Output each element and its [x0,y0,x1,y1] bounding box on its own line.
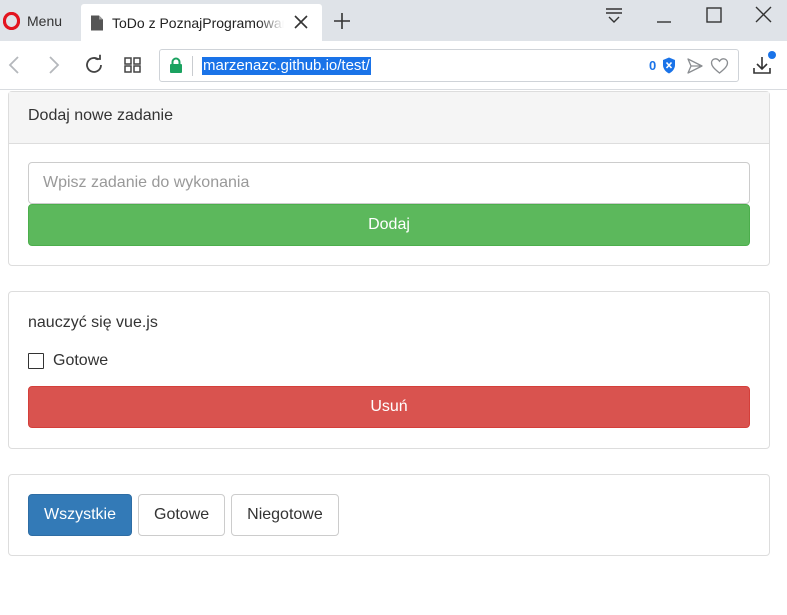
download-badge [768,51,776,59]
task-text: nauczyć się vue.js [28,314,158,331]
url-divider [192,56,193,76]
opera-logo-icon [3,11,20,30]
document-icon [91,15,103,30]
address-toolbar: marzenazc.github.io/test/ 0 [0,41,787,90]
lock-icon[interactable] [169,57,183,74]
heart-icon[interactable] [710,57,729,75]
maximize-icon[interactable] [701,4,727,28]
tab-strip: Menu ToDo z PoznajProgramowanie [0,0,787,41]
active-tab[interactable]: ToDo z PoznajProgramowanie [81,4,322,41]
forward-icon[interactable] [41,53,65,77]
back-icon[interactable] [3,53,27,77]
tab-grid-icon[interactable] [121,53,145,77]
tab-menu-icon[interactable] [601,4,627,28]
download-icon[interactable] [750,51,776,79]
filter-done-button[interactable]: Gotowe [138,494,226,536]
done-checkbox[interactable] [28,353,44,369]
tab-title: ToDo z PoznajProgramowanie [112,14,284,31]
filter-button-group: Wszystkie Gotowe Niegotowe [28,494,339,536]
filter-panel: Wszystkie Gotowe Niegotowe [8,474,770,556]
add-task-button[interactable]: Dodaj [28,204,750,246]
filter-not-done-button[interactable]: Niegotowe [231,494,339,536]
done-checkbox-row[interactable]: Gotowe [28,352,108,370]
filter-all-button[interactable]: Wszystkie [28,494,132,536]
minimize-icon[interactable] [651,4,677,28]
add-task-panel: Dodaj nowe zadanie Dodaj [8,91,770,266]
close-tab-icon[interactable] [292,13,310,31]
menu-label: Menu [27,12,63,29]
task-input[interactable] [28,162,750,204]
add-task-heading: Dodaj nowe zadanie [9,92,769,144]
address-bar[interactable]: marzenazc.github.io/test/ 0 [159,49,739,82]
close-window-icon[interactable] [751,4,777,28]
send-icon[interactable] [686,57,704,75]
delete-task-button[interactable]: Usuń [28,386,750,428]
task-item-panel: nauczyć się vue.js Gotowe Usuń [8,291,770,449]
url-text[interactable]: marzenazc.github.io/test/ [202,57,371,75]
reload-icon[interactable] [82,53,106,77]
ad-block-count: 0 [649,58,657,73]
opera-menu-button[interactable]: Menu [0,0,75,41]
ad-block-shield-icon[interactable] [662,57,676,74]
done-checkbox-label[interactable]: Gotowe [53,352,108,370]
new-tab-icon[interactable] [332,11,352,31]
